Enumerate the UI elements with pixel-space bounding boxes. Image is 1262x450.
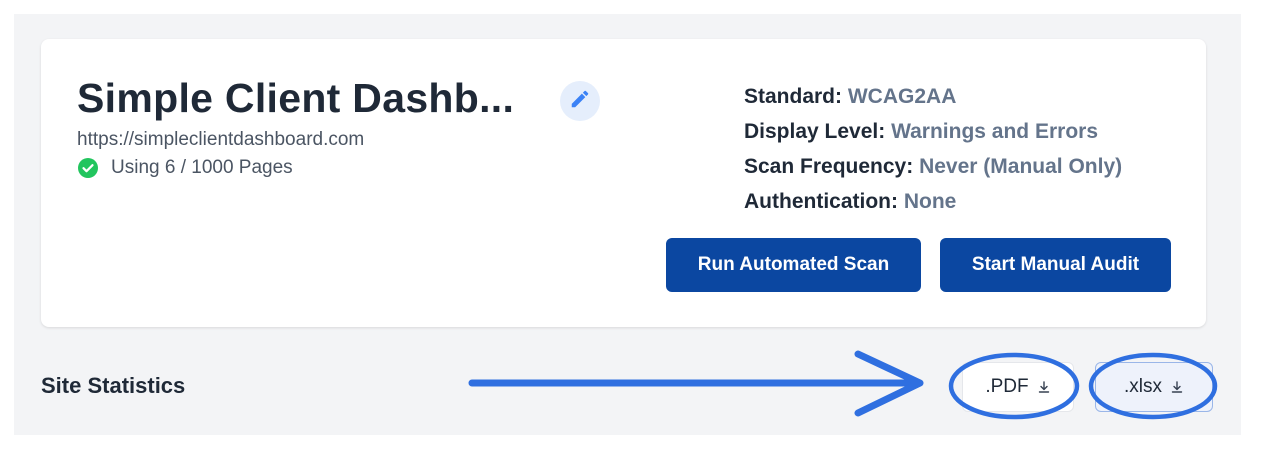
- setting-authentication: Authentication: None: [744, 184, 1122, 219]
- setting-standard: Standard: WCAG2AA: [744, 79, 1122, 114]
- page-usage: Using 6 / 1000 Pages: [77, 157, 293, 179]
- download-icon: [1037, 380, 1051, 394]
- site-url: https://simpleclientdashboard.com: [77, 129, 365, 150]
- setting-scan-frequency: Scan Frequency: Never (Manual Only): [744, 149, 1122, 184]
- site-title: Simple Client Dashb...: [77, 75, 515, 121]
- site-statistics-heading: Site Statistics: [41, 373, 186, 398]
- setting-label: Authentication:: [744, 190, 898, 213]
- project-card: Simple Client Dashb... https://simplecli…: [41, 39, 1206, 327]
- page-usage-text: Using 6 / 1000 Pages: [111, 157, 293, 178]
- setting-value: Never (Manual Only): [919, 155, 1123, 178]
- download-xlsx-label: .xlsx: [1124, 376, 1162, 397]
- download-xlsx-button[interactable]: .xlsx: [1095, 362, 1213, 412]
- download-icon: [1170, 380, 1184, 394]
- setting-value: None: [903, 190, 957, 213]
- start-manual-audit-button[interactable]: Start Manual Audit: [940, 238, 1171, 292]
- download-pdf-label: .PDF: [985, 376, 1029, 397]
- run-automated-scan-button[interactable]: Run Automated Scan: [666, 238, 921, 292]
- download-pdf-button[interactable]: .PDF: [962, 362, 1074, 412]
- edit-title-button[interactable]: [560, 81, 600, 121]
- setting-value: WCAG2AA: [847, 85, 957, 108]
- pencil-icon: [569, 88, 591, 115]
- setting-label: Scan Frequency:: [744, 155, 914, 178]
- setting-value: Warnings and Errors: [891, 120, 1099, 143]
- check-circle-icon: [77, 157, 99, 179]
- setting-label: Standard:: [744, 85, 843, 108]
- scan-settings: Standard: WCAG2AA Display Level: Warning…: [744, 79, 1122, 219]
- setting-display-level: Display Level: Warnings and Errors: [744, 114, 1122, 149]
- setting-label: Display Level:: [744, 120, 886, 143]
